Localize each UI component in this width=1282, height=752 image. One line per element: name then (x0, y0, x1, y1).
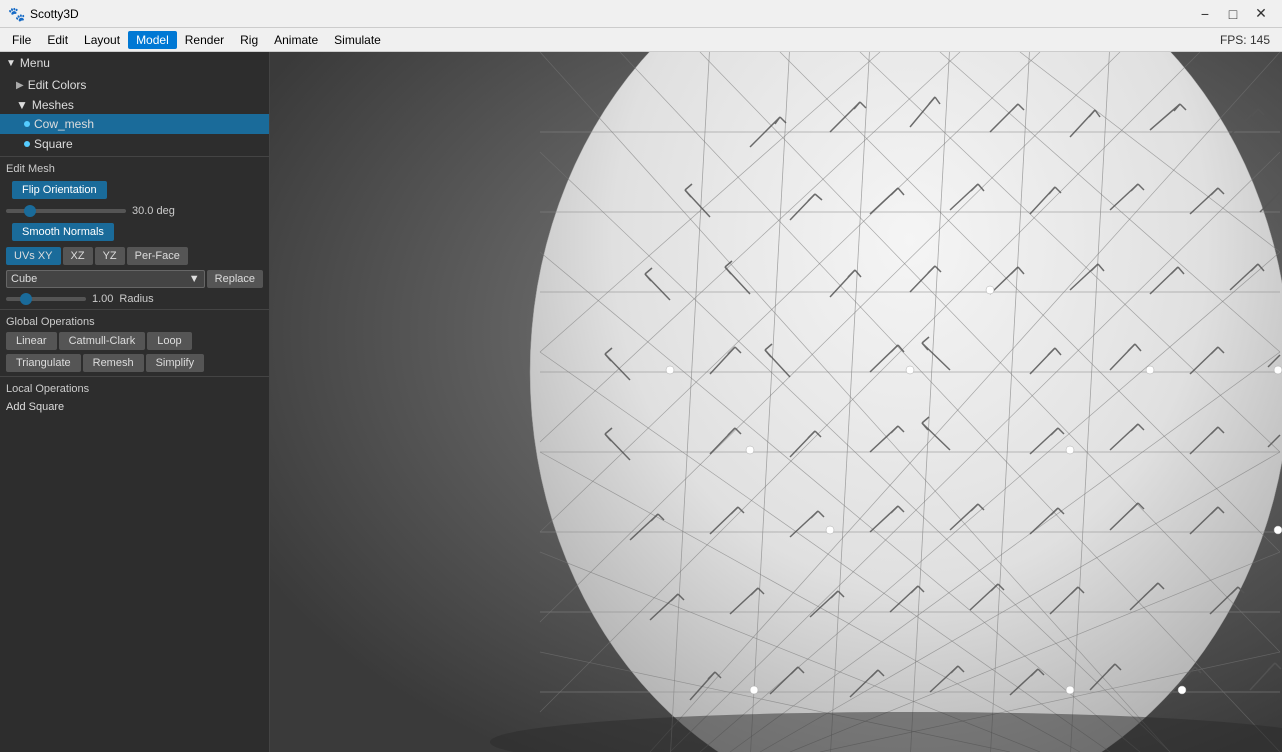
cube-dropdown[interactable]: Cube ▼ (6, 270, 205, 288)
smooth-normals-container: Smooth Normals (0, 219, 269, 245)
divider-2 (0, 309, 269, 310)
add-square-button[interactable]: Add Square (0, 397, 269, 417)
replace-button[interactable]: Replace (207, 270, 263, 288)
menubar: File Edit Layout Model Render Rig Animat… (0, 28, 1282, 52)
main-layout: ▼ Menu ▶ Edit Colors ▼ Meshes Cow_mesh S… (0, 52, 1282, 752)
uv-xy-button[interactable]: UVs XY (6, 247, 61, 265)
maximize-button[interactable]: □ (1220, 3, 1246, 25)
remesh-button[interactable]: Remesh (83, 354, 144, 372)
menu-arrow-icon: ▼ (6, 58, 16, 69)
smooth-normals-button[interactable]: Smooth Normals (12, 223, 114, 241)
menu-model[interactable]: Model (128, 31, 177, 49)
uv-yz-button[interactable]: YZ (95, 247, 125, 265)
app-icon: 🐾 (8, 6, 24, 22)
loop-button[interactable]: Loop (147, 332, 191, 350)
edit-colors-arrow-icon: ▶ (16, 80, 24, 91)
cube-dropdown-label: Cube (11, 273, 37, 285)
divider-1 (0, 156, 269, 157)
radius-row: 1.00 Radius (0, 291, 269, 307)
flip-orientation-button[interactable]: Flip Orientation (12, 181, 107, 199)
edit-colors-label: Edit Colors (28, 78, 87, 92)
menu-render[interactable]: Render (177, 31, 232, 49)
meshes-arrow-icon: ▼ (16, 98, 28, 112)
global-ops-row: Linear Catmull-Clark Loop (0, 330, 269, 352)
titlebar: 🐾 Scotty3D − □ ✕ (0, 0, 1282, 28)
uv-buttons-row: UVs XY XZ YZ Per-Face (0, 245, 269, 267)
radius-label: Radius (119, 293, 153, 305)
cube-row: Cube ▼ Replace (0, 267, 269, 291)
meshes-label: Meshes (32, 98, 74, 112)
menu-file[interactable]: File (4, 31, 39, 49)
menu-animate[interactable]: Animate (266, 31, 326, 49)
menu-label: Menu (20, 56, 50, 70)
simplify-button[interactable]: Simplify (146, 354, 205, 372)
global-ops-row-2: Triangulate Remesh Simplify (0, 352, 269, 374)
flip-slider-value: 30.0 deg (132, 205, 175, 217)
flip-orientation-container: Flip Orientation (0, 177, 269, 203)
cube-dropdown-arrow-icon: ▼ (189, 273, 200, 285)
menu-layout[interactable]: Layout (76, 31, 128, 49)
mesh-dot-icon (24, 121, 30, 127)
close-button[interactable]: ✕ (1248, 3, 1274, 25)
flip-slider[interactable] (6, 209, 126, 213)
mesh-item-square[interactable]: Square (0, 134, 269, 154)
meshes-header[interactable]: ▼ Meshes (0, 96, 269, 114)
mesh-item-square-label: Square (34, 137, 73, 151)
flip-slider-row: 30.0 deg (0, 203, 269, 219)
radius-value: 1.00 (92, 293, 113, 305)
minimize-button[interactable]: − (1192, 3, 1218, 25)
sidebar: ▼ Menu ▶ Edit Colors ▼ Meshes Cow_mesh S… (0, 52, 270, 752)
global-ops-label: Global Operations (0, 312, 269, 330)
menu-edit[interactable]: Edit (39, 31, 76, 49)
mesh-item-cow[interactable]: Cow_mesh (0, 114, 269, 134)
uv-perface-button[interactable]: Per-Face (127, 247, 188, 265)
fps-display: FPS: 145 (1220, 33, 1278, 47)
menu-section-header[interactable]: ▼ Menu (0, 52, 269, 74)
cow-mesh-geometry (530, 52, 1282, 752)
titlebar-left: 🐾 Scotty3D (8, 6, 79, 22)
linear-button[interactable]: Linear (6, 332, 57, 350)
edit-mesh-label: Edit Mesh (0, 159, 269, 177)
local-ops-label: Local Operations (0, 379, 269, 397)
triangulate-button[interactable]: Triangulate (6, 354, 81, 372)
titlebar-title: Scotty3D (30, 7, 79, 21)
mesh-dot-square-icon (24, 141, 30, 147)
titlebar-controls: − □ ✕ (1192, 3, 1274, 25)
viewport[interactable] (270, 52, 1282, 752)
divider-3 (0, 376, 269, 377)
menu-rig[interactable]: Rig (232, 31, 266, 49)
edit-colors-row[interactable]: ▶ Edit Colors (0, 74, 269, 96)
catmull-clark-button[interactable]: Catmull-Clark (59, 332, 146, 350)
uv-xz-button[interactable]: XZ (63, 247, 93, 265)
mesh-viewport-svg (270, 52, 1282, 752)
radius-slider[interactable] (6, 297, 86, 301)
menu-simulate[interactable]: Simulate (326, 31, 389, 49)
mesh-item-cow-label: Cow_mesh (34, 117, 94, 131)
